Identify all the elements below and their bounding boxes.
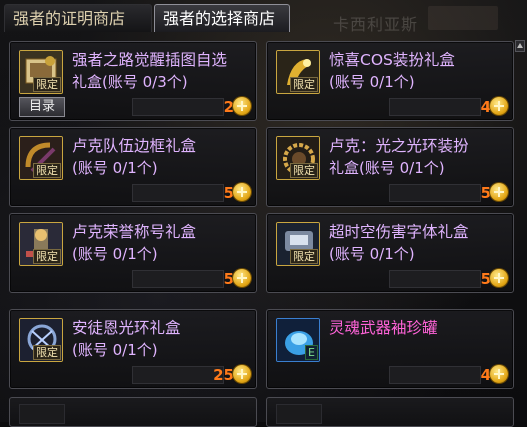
price-bar xyxy=(389,270,481,288)
shop-item[interactable]: 限定 安徒恩光环礼盒 (账号 0/1个) 25 xyxy=(9,309,257,389)
item-title: 卢克荣誉称号礼盒 xyxy=(72,223,197,241)
limited-badge: 限定 xyxy=(290,163,318,178)
limited-badge: 限定 xyxy=(33,163,61,178)
coin-icon xyxy=(490,97,508,115)
coin-icon xyxy=(233,97,251,115)
coin-icon xyxy=(233,365,251,383)
item-title: 卢克：光之光环装扮 xyxy=(329,137,469,155)
item-title: 强者之路觉醒插图自选 xyxy=(72,51,228,69)
item-subtitle: (账号 0/1个) xyxy=(329,73,415,91)
shop-item[interactable]: 限定 强者之路觉醒插图自选 礼盒(账号 0/3个) 目录 2 xyxy=(9,41,257,121)
catalog-button[interactable]: 目录 xyxy=(19,97,65,117)
item-subtitle: (账号 0/1个) xyxy=(329,245,415,263)
item-subtitle: 礼盒(账号 0/1个) xyxy=(329,159,445,177)
coin-icon xyxy=(490,183,508,201)
shop-item[interactable]: 限定 卢克荣誉称号礼盒 (账号 0/1个) 5 xyxy=(9,213,257,293)
shop-item-partial[interactable] xyxy=(266,397,514,427)
item-subtitle: (账号 0/1个) xyxy=(72,341,158,359)
coin-icon xyxy=(233,183,251,201)
halo-icon: 限定 xyxy=(276,136,320,180)
shop-item[interactable]: E 灵魂武器袖珍罐 4 xyxy=(266,309,514,389)
title-badge-icon: 限定 xyxy=(19,222,63,266)
limited-badge: 限定 xyxy=(33,77,61,92)
scroll-icon: 限定 xyxy=(19,50,63,94)
item-price: 25 xyxy=(213,366,234,384)
limited-badge: 限定 xyxy=(290,77,318,92)
shop-item[interactable]: 限定 卢克队伍边框礼盒 (账号 0/1个) 5 xyxy=(9,127,257,207)
soul-jar-icon: E xyxy=(276,318,320,362)
item-icon-placeholder xyxy=(19,404,65,424)
shop-item[interactable]: 限定 超时空伤害字体礼盒 (账号 0/1个) 5 xyxy=(266,213,514,293)
price-bar xyxy=(389,184,481,202)
item-icon-placeholder xyxy=(276,404,322,424)
shop-item[interactable]: 限定 惊喜COS装扮礼盒 (账号 0/1个) 4 xyxy=(266,41,514,121)
limited-badge: 限定 xyxy=(290,249,318,264)
price-bar xyxy=(389,98,481,116)
price-bar xyxy=(132,98,224,116)
item-grid: 限定 强者之路觉醒插图自选 礼盒(账号 0/3个) 目录 2 限定 惊喜COS装… xyxy=(0,0,527,427)
item-title: 安徒恩光环礼盒 xyxy=(72,319,181,337)
frame-icon: 限定 xyxy=(19,136,63,180)
limited-badge: 限定 xyxy=(33,345,61,360)
item-subtitle: (账号 0/1个) xyxy=(72,159,158,177)
item-title: 灵魂武器袖珍罐 xyxy=(329,319,438,337)
font-box-icon: 限定 xyxy=(276,222,320,266)
price-bar xyxy=(132,184,224,202)
item-title: 惊喜COS装扮礼盒 xyxy=(329,51,455,69)
grade-badge: E xyxy=(305,345,318,360)
shop-item-partial[interactable] xyxy=(9,397,257,427)
shop-item[interactable]: 限定 卢克：光之光环装扮 礼盒(账号 0/1个) 5 xyxy=(266,127,514,207)
item-subtitle: (账号 0/1个) xyxy=(72,245,158,263)
coin-icon xyxy=(233,269,251,287)
price-bar xyxy=(132,270,224,288)
price-bar xyxy=(132,366,224,384)
limited-badge: 限定 xyxy=(33,249,61,264)
costume-icon: 限定 xyxy=(276,50,320,94)
price-bar xyxy=(389,366,481,384)
item-title: 卢克队伍边框礼盒 xyxy=(72,137,197,155)
coin-icon xyxy=(490,365,508,383)
coin-icon xyxy=(490,269,508,287)
item-subtitle: 礼盒(账号 0/3个) xyxy=(72,73,188,91)
item-title: 超时空伤害字体礼盒 xyxy=(329,223,469,241)
anton-halo-icon: 限定 xyxy=(19,318,63,362)
